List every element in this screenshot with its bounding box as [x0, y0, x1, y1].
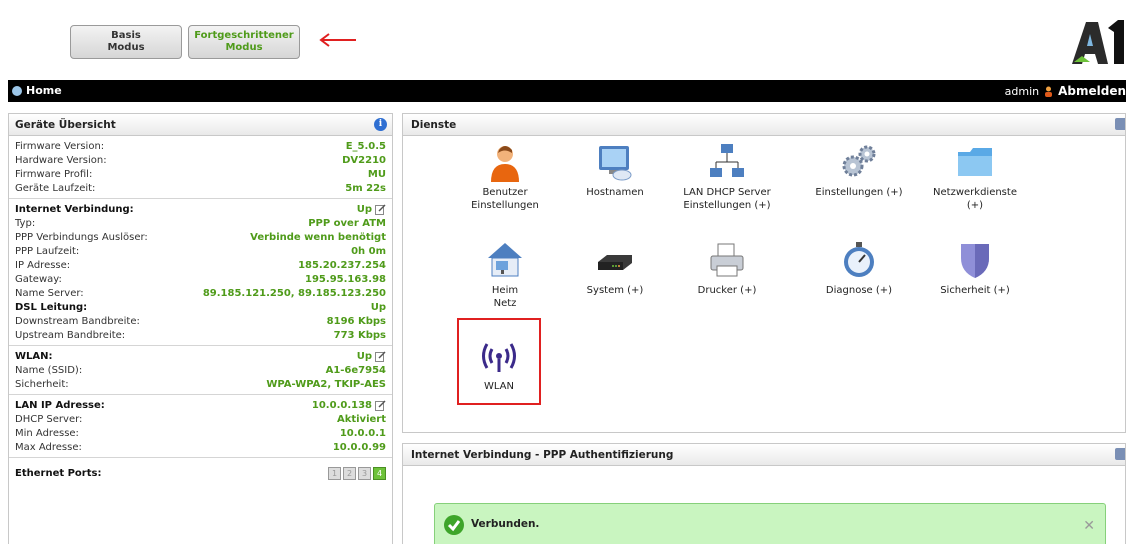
service-lan-dhcp[interactable]: LAN DHCP Server Einstellungen (+) [672, 142, 782, 212]
router-icon [598, 255, 632, 270]
service-einstellungen[interactable]: Einstellungen (+) [804, 142, 914, 199]
basis-mode-button[interactable]: Basis Modus [70, 25, 182, 59]
service-heim-netz[interactable]: Heim Netz [450, 240, 560, 310]
internet-status-row: Internet Verbindung: Up [15, 202, 386, 216]
ethernet-section: Ethernet Ports: 1 2 3 4 [9, 458, 392, 483]
success-message: Verbunden. ✕ [434, 503, 1106, 544]
ethernet-port: 1 [328, 466, 341, 480]
wlan-section: WLAN: Up Name (SSID): A1-6e7954 Sicherhei… [9, 346, 392, 395]
info-row: Geräte Laufzeit: 5m 22s [15, 182, 386, 194]
edit-icon[interactable] [375, 399, 386, 411]
home-link[interactable]: Home [12, 84, 62, 97]
info-row: Firmware Version: E_5.0.5 [15, 140, 386, 152]
ethernet-port: 2 [343, 466, 356, 480]
monitor-icon [599, 146, 632, 181]
basis-mode-label-1: Basis [111, 30, 141, 41]
shield-icon [961, 244, 989, 278]
services-title: Dienste [411, 119, 457, 131]
ethernet-ports-row: Ethernet Ports: 1 2 3 4 [15, 466, 386, 480]
info-row: Sicherheit: WPA-WPA2, TKIP-AES [15, 378, 386, 390]
overview-title: Geräte Übersicht [15, 119, 116, 131]
lan-ip-row: LAN IP Adresse: 10.0.0.138 [15, 398, 386, 412]
settings-icon[interactable] [1115, 448, 1125, 460]
wlan-status-row: WLAN: Up [15, 349, 386, 363]
device-section: Firmware Version: E_5.0.5 Hardware Versio… [9, 136, 392, 199]
dsl-status-row: DSL Leitung: Up [15, 301, 386, 313]
printer-icon [710, 243, 744, 277]
home-network-icon [488, 243, 522, 277]
internet-panel-title: Internet Verbindung - PPP Authentifizier… [411, 449, 674, 461]
logout-link[interactable]: Abmelden [1058, 84, 1126, 98]
success-text: Verbunden. [471, 518, 540, 530]
top-navigation-bar: Home admin Abmelden [8, 80, 1126, 102]
home-icon [12, 85, 22, 96]
device-overview-panel: Geräte Übersicht i Firmware Version: E_5.… [8, 113, 393, 544]
ethernet-port: 3 [358, 466, 371, 480]
info-row: Max Adresse: 10.0.0.99 [15, 441, 386, 453]
folder-icon [958, 148, 992, 176]
service-drucker[interactable]: Drucker (+) [672, 240, 782, 297]
gears-icon [842, 145, 876, 177]
info-row: Hardware Version: DV2210 [15, 154, 386, 166]
advanced-mode-label-1: Fortgeschrittener [194, 30, 294, 41]
info-icon[interactable]: i [374, 118, 387, 131]
user-icon [1045, 86, 1053, 97]
red-arrow-icon [319, 33, 356, 47]
info-row: Upstream Bandbreite: 773 Kbps [15, 329, 386, 341]
info-row: Firmware Profil: MU [15, 168, 386, 180]
checkmark-icon [444, 515, 464, 535]
info-row: IP Adresse: 185.20.237.254 [15, 259, 386, 271]
service-hostnamen[interactable]: Hostnamen [560, 142, 670, 199]
settings-icon[interactable] [1115, 118, 1125, 130]
service-sicherheit[interactable]: Sicherheit (+) [920, 240, 1030, 297]
network-icon [710, 144, 744, 177]
info-row: Typ: PPP over ATM [15, 217, 386, 229]
home-label: Home [26, 84, 62, 97]
user-icon [491, 146, 519, 182]
basis-mode-label-2: Modus [107, 42, 145, 53]
edit-icon[interactable] [375, 350, 386, 362]
service-system[interactable]: System (+) [560, 240, 670, 297]
ethernet-port-active: 4 [373, 466, 386, 480]
username: admin [1004, 84, 1040, 98]
info-row: Min Adresse: 10.0.0.1 [15, 427, 386, 439]
service-netzwerkdienste[interactable]: Netzwerkdienste (+) [920, 142, 1030, 212]
ethernet-ports: 1 2 3 4 [328, 466, 386, 480]
info-row: Gateway: 195.95.163.98 [15, 273, 386, 285]
stopwatch-icon [844, 242, 874, 277]
info-row: PPP Laufzeit: 0h 0m [15, 245, 386, 257]
edit-icon[interactable] [375, 203, 386, 215]
internet-section: Internet Verbindung: Up Typ: PPP over ATM… [9, 199, 392, 346]
info-row: Name (SSID): A1-6e7954 [15, 364, 386, 376]
advanced-mode-button[interactable]: Fortgeschrittener Modus [188, 25, 300, 59]
info-row: DHCP Server: Aktiviert [15, 413, 386, 425]
info-row: PPP Verbindungs Auslöser: Verbinde wenn b… [15, 231, 386, 243]
lan-section: LAN IP Adresse: 10.0.0.138 DHCP Server: A… [9, 395, 392, 458]
a1-logo [1072, 20, 1124, 64]
info-row: Downstream Bandbreite: 8196 Kbps [15, 315, 386, 327]
service-benutzer[interactable]: Benutzer Einstellungen [450, 142, 560, 212]
close-icon[interactable]: ✕ [1083, 518, 1095, 534]
service-diagnose[interactable]: Diagnose (+) [804, 240, 914, 297]
wlan-highlight-box [457, 318, 541, 405]
info-row: Name Server: 89.185.121.250, 89.185.123.2… [15, 287, 386, 299]
advanced-mode-label-2: Modus [225, 42, 263, 53]
